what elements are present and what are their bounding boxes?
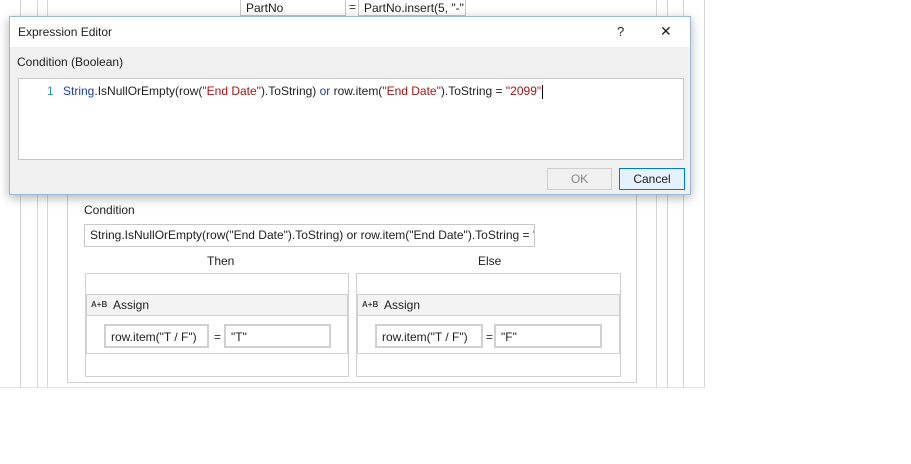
then-assign-title: Assign <box>113 298 150 312</box>
code-token: ).ToString = <box>440 84 506 98</box>
code-token: ).ToString) <box>260 84 320 98</box>
code-token: .IsNullOrEmpty(row( <box>94 84 203 98</box>
then-assign-value-field[interactable]: "T" <box>224 324 331 348</box>
code-token: "End Date" <box>202 84 261 98</box>
ok-button[interactable]: OK <box>547 168 612 190</box>
else-assign-operator: = <box>486 330 494 344</box>
cancel-button[interactable]: Cancel <box>619 168 685 190</box>
code-token: row.item( <box>330 84 383 98</box>
top-assign-value-field[interactable]: PartNo.insert(5, "-" <box>358 0 466 16</box>
code-token: String <box>63 84 95 98</box>
then-assign-operator: = <box>214 330 222 344</box>
code-token: "End Date" <box>382 84 441 98</box>
then-assign-header[interactable]: A+B Assign <box>86 294 348 316</box>
else-label: Else <box>478 254 502 268</box>
top-assign-name-field[interactable]: PartNo <box>240 0 346 16</box>
condition-input[interactable]: String.IsNullOrEmpty(row("End Date").ToS… <box>84 224 535 247</box>
help-icon[interactable]: ? <box>617 24 624 39</box>
code-token: "2099" <box>505 84 542 98</box>
assign-icon: A+B <box>91 300 108 309</box>
code-line[interactable]: String.IsNullOrEmpty(row("End Date").ToS… <box>63 84 544 99</box>
expression-editor-textbox[interactable]: 1 String.IsNullOrEmpty(row("End Date").T… <box>18 78 684 160</box>
close-icon[interactable]: ✕ <box>660 23 672 40</box>
else-assign-to-field[interactable]: row.item("T / F") <box>375 324 483 348</box>
then-assign-to-field[interactable]: row.item("T / F") <box>104 324 209 348</box>
else-assign-header[interactable]: A+B Assign <box>357 294 620 316</box>
section-label: Condition (Boolean) <box>17 55 124 69</box>
dialog-titlebar[interactable]: Expression Editor ? ✕ <box>10 17 690 47</box>
line-number: 1 <box>47 84 54 98</box>
else-assign-value-field[interactable]: "F" <box>494 324 602 348</box>
top-assign-operator: = <box>349 0 357 14</box>
dialog-title: Expression Editor <box>18 25 113 39</box>
code-token: or <box>319 84 331 98</box>
expression-editor-dialog: Expression Editor ? ✕ Condition (Boolean… <box>9 16 691 195</box>
text-caret <box>542 84 544 99</box>
else-assign-title: Assign <box>384 298 421 312</box>
assign-icon: A+B <box>362 300 379 309</box>
condition-label: Condition <box>84 203 135 217</box>
then-label: Then <box>207 254 235 268</box>
